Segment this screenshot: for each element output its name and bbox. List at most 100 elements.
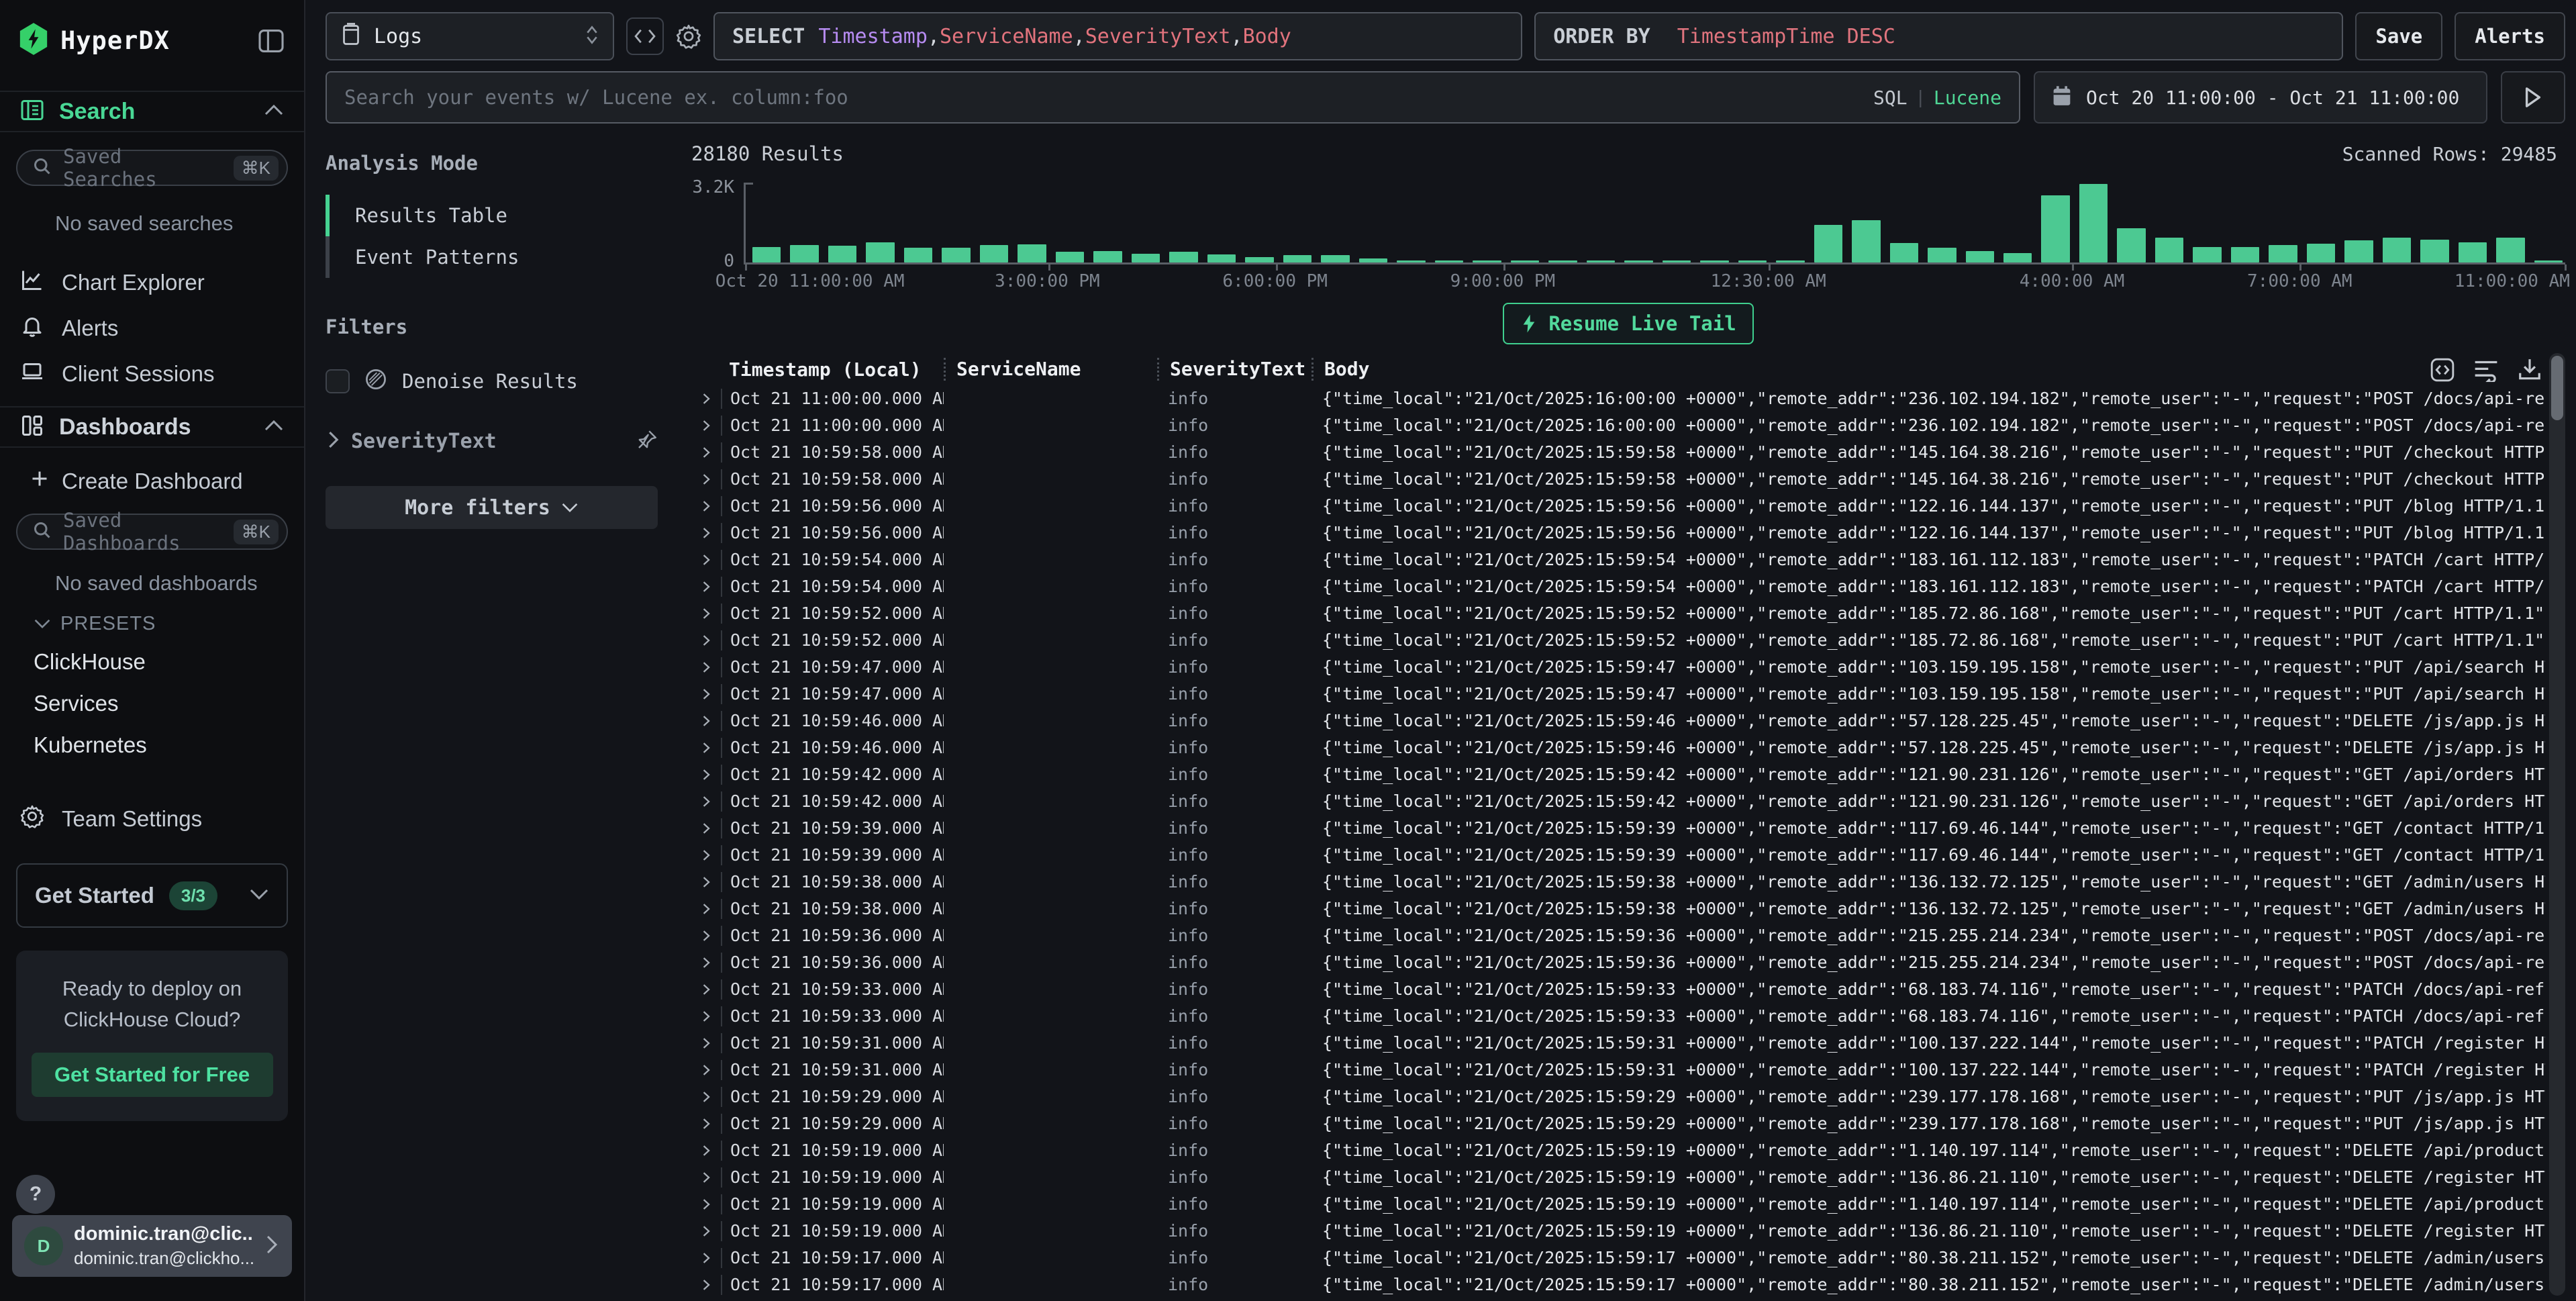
histogram-bar[interactable]	[1928, 248, 1956, 262]
histogram-bar[interactable]	[1283, 255, 1311, 262]
sidebar-item-team-settings[interactable]: Team Settings	[0, 802, 304, 836]
scrollbar-thumb[interactable]	[2551, 356, 2563, 420]
log-row[interactable]: Oct 21 10:59:19.000 AMinfo{"time_local":…	[691, 1191, 2545, 1218]
histogram-bar[interactable]	[1132, 254, 1160, 262]
mode-event-patterns[interactable]: Event Patterns	[326, 236, 658, 278]
row-expand-icon[interactable]	[691, 606, 721, 621]
preset-clickhouse[interactable]: ClickHouse	[0, 647, 304, 677]
log-row[interactable]: Oct 21 10:59:19.000 AMinfo{"time_local":…	[691, 1218, 2545, 1245]
date-range-picker[interactable]: Oct 20 11:00:00 - Oct 21 11:00:00	[2034, 71, 2487, 124]
collapse-sidebar-icon[interactable]	[258, 30, 284, 52]
col-header-timestamp[interactable]: Timestamp (Local)	[721, 358, 944, 381]
histogram-bar[interactable]	[866, 242, 894, 262]
row-expand-icon[interactable]	[691, 1009, 721, 1024]
log-row[interactable]: Oct 21 10:59:56.000 AMinfo{"time_local":…	[691, 520, 2545, 546]
row-expand-icon[interactable]	[691, 633, 721, 648]
row-expand-icon[interactable]	[691, 1251, 721, 1265]
log-row[interactable]: Oct 21 10:59:31.000 AMinfo{"time_local":…	[691, 1030, 2545, 1057]
histogram-bar[interactable]	[980, 245, 1008, 262]
more-filters-button[interactable]: More filters	[326, 486, 658, 529]
histogram-bar[interactable]	[1093, 251, 1122, 262]
chevron-up-icon[interactable]	[264, 419, 284, 436]
col-header-servicename[interactable]: ServiceName	[944, 358, 1157, 381]
lang-toggle-lucene[interactable]: Lucene	[1934, 87, 2001, 109]
save-button[interactable]: Save	[2355, 12, 2442, 60]
log-row[interactable]: Oct 21 10:59:33.000 AMinfo{"time_local":…	[691, 1003, 2545, 1030]
row-expand-icon[interactable]	[691, 928, 721, 943]
row-expand-icon[interactable]	[691, 982, 721, 997]
row-expand-icon[interactable]	[691, 1170, 721, 1185]
histogram-bar[interactable]	[2307, 244, 2335, 262]
histogram-bar[interactable]	[1435, 260, 1463, 262]
row-expand-icon[interactable]	[691, 1090, 721, 1104]
row-expand-icon[interactable]	[691, 552, 721, 567]
column-editor-icon[interactable]	[2430, 357, 2455, 386]
row-expand-icon[interactable]	[691, 418, 721, 433]
log-row[interactable]: Oct 21 10:59:19.000 AMinfo{"time_local":…	[691, 1164, 2545, 1191]
histogram-bar[interactable]	[790, 245, 818, 262]
row-expand-icon[interactable]	[691, 526, 721, 540]
log-row[interactable]: Oct 21 10:59:54.000 AMinfo{"time_local":…	[691, 546, 2545, 573]
log-row[interactable]: Oct 21 10:59:19.000 AMinfo{"time_local":…	[691, 1137, 2545, 1164]
row-expand-icon[interactable]	[691, 1143, 721, 1158]
log-row[interactable]: Oct 21 10:59:42.000 AMinfo{"time_local":…	[691, 761, 2545, 788]
log-row[interactable]: Oct 21 10:59:46.000 AMinfo{"time_local":…	[691, 734, 2545, 761]
row-expand-icon[interactable]	[691, 1036, 721, 1051]
pin-icon[interactable]	[636, 429, 658, 454]
row-expand-icon[interactable]	[691, 472, 721, 487]
histogram-bar[interactable]	[752, 247, 781, 262]
histogram-bar[interactable]	[904, 248, 932, 262]
histogram-bar[interactable]	[1587, 260, 1615, 262]
log-row[interactable]: Oct 21 10:59:33.000 AMinfo{"time_local":…	[691, 976, 2545, 1003]
histogram-bar[interactable]	[2420, 240, 2448, 262]
saved-searches-input[interactable]: Saved Searches ⌘K	[16, 150, 288, 186]
histogram-bar[interactable]	[828, 246, 856, 262]
wrap-lines-icon[interactable]	[2473, 358, 2499, 385]
log-row[interactable]: Oct 21 11:00:00.000 AMinfo{"time_local":…	[691, 385, 2545, 412]
resume-live-tail-button[interactable]: Resume Live Tail	[1503, 303, 1753, 344]
user-menu[interactable]: D dominic.tran@clic... dominic.tran@clic…	[12, 1215, 292, 1277]
log-row[interactable]: Oct 21 10:59:29.000 AMinfo{"time_local":…	[691, 1083, 2545, 1110]
row-expand-icon[interactable]	[691, 902, 721, 916]
row-expand-icon[interactable]	[691, 687, 721, 702]
sidebar-item-chart-explorer[interactable]: Chart Explorer	[0, 265, 304, 300]
histogram-bar[interactable]	[2155, 238, 2183, 262]
sidebar-item-alerts[interactable]: Alerts	[0, 311, 304, 346]
histogram-bar[interactable]	[2003, 253, 2032, 263]
download-icon[interactable]	[2517, 357, 2542, 386]
histogram-bar[interactable]	[1359, 258, 1387, 262]
histogram-bar[interactable]	[1624, 260, 1652, 262]
log-row[interactable]: Oct 21 10:59:38.000 AMinfo{"time_local":…	[691, 896, 2545, 922]
row-expand-icon[interactable]	[691, 767, 721, 782]
get-started-free-button[interactable]: Get Started for Free	[32, 1053, 273, 1097]
histogram-bar[interactable]	[1397, 260, 1425, 262]
alerts-button[interactable]: Alerts	[2455, 12, 2565, 60]
log-row[interactable]: Oct 21 10:59:39.000 AMinfo{"time_local":…	[691, 842, 2545, 869]
row-expand-icon[interactable]	[691, 875, 721, 889]
log-row[interactable]: Oct 21 10:59:38.000 AMinfo{"time_local":…	[691, 869, 2545, 896]
histogram-bar[interactable]	[1207, 254, 1236, 262]
row-expand-icon[interactable]	[691, 1278, 721, 1292]
row-expand-icon[interactable]	[691, 445, 721, 460]
help-button[interactable]: ?	[16, 1175, 55, 1214]
denoise-results-toggle[interactable]: Denoise Results	[326, 368, 658, 394]
histogram-bar[interactable]	[1056, 252, 1084, 262]
row-expand-icon[interactable]	[691, 499, 721, 514]
log-row[interactable]: Oct 21 10:59:54.000 AMinfo{"time_local":…	[691, 573, 2545, 600]
row-expand-icon[interactable]	[691, 955, 721, 970]
row-expand-icon[interactable]	[691, 714, 721, 728]
col-header-body[interactable]: Body	[1311, 358, 2565, 381]
log-row[interactable]: Oct 21 10:59:56.000 AMinfo{"time_local":…	[691, 493, 2545, 520]
log-row[interactable]: Oct 21 10:59:17.000 AMinfo{"time_local":…	[691, 1245, 2545, 1271]
log-row[interactable]: Oct 21 10:59:52.000 AMinfo{"time_local":…	[691, 627, 2545, 654]
log-row[interactable]: Oct 21 10:59:52.000 AMinfo{"time_local":…	[691, 600, 2545, 627]
log-row[interactable]: Oct 21 10:59:46.000 AMinfo{"time_local":…	[691, 708, 2545, 734]
order-by-input[interactable]: ORDER BY TimestampTime DESC	[1534, 12, 2343, 60]
histogram-bar[interactable]	[2344, 240, 2373, 262]
histogram-bar[interactable]	[2079, 184, 2108, 262]
query-settings-gear-icon[interactable]	[676, 23, 701, 49]
source-select[interactable]: Logs	[326, 12, 614, 60]
sql-editor-toggle-icon[interactable]	[626, 17, 664, 55]
brand[interactable]: HyperDX	[19, 23, 170, 58]
lang-toggle-sql[interactable]: SQL	[1873, 87, 1908, 109]
